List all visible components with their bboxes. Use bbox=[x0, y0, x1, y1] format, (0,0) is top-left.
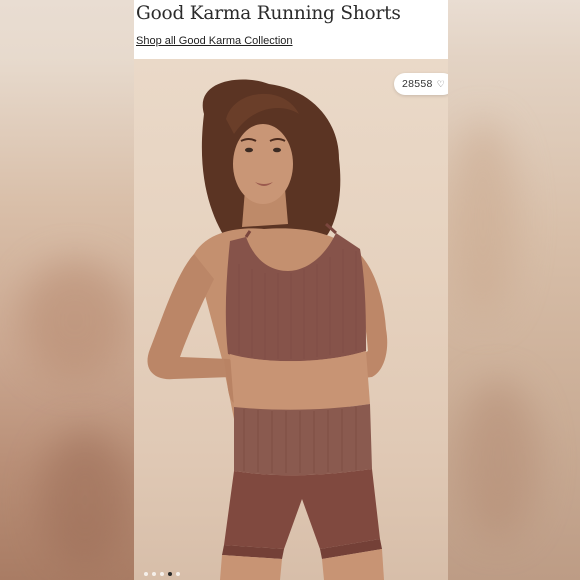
carousel-dot[interactable] bbox=[176, 572, 180, 576]
carousel-dot[interactable] bbox=[144, 572, 148, 576]
likes-badge[interactable]: 28558 ♡ bbox=[394, 73, 448, 95]
blurred-backdrop-left bbox=[0, 0, 134, 580]
carousel-indicators bbox=[144, 572, 180, 576]
heart-icon[interactable]: ♡ bbox=[437, 79, 445, 89]
carousel-dot[interactable] bbox=[160, 572, 164, 576]
product-title: Good Karma Running Shorts bbox=[136, 3, 401, 24]
product-image[interactable]: 28558 ♡ bbox=[134, 59, 448, 580]
shop-collection-link[interactable]: Shop all Good Karma Collection bbox=[136, 35, 293, 47]
carousel-dot-active[interactable] bbox=[168, 572, 172, 576]
likes-count: 28558 bbox=[402, 78, 433, 90]
product-panel: Good Karma Running Shorts Shop all Good … bbox=[134, 0, 448, 580]
blurred-backdrop-right bbox=[448, 0, 580, 580]
carousel-dot[interactable] bbox=[152, 572, 156, 576]
model-illustration bbox=[147, 79, 388, 580]
